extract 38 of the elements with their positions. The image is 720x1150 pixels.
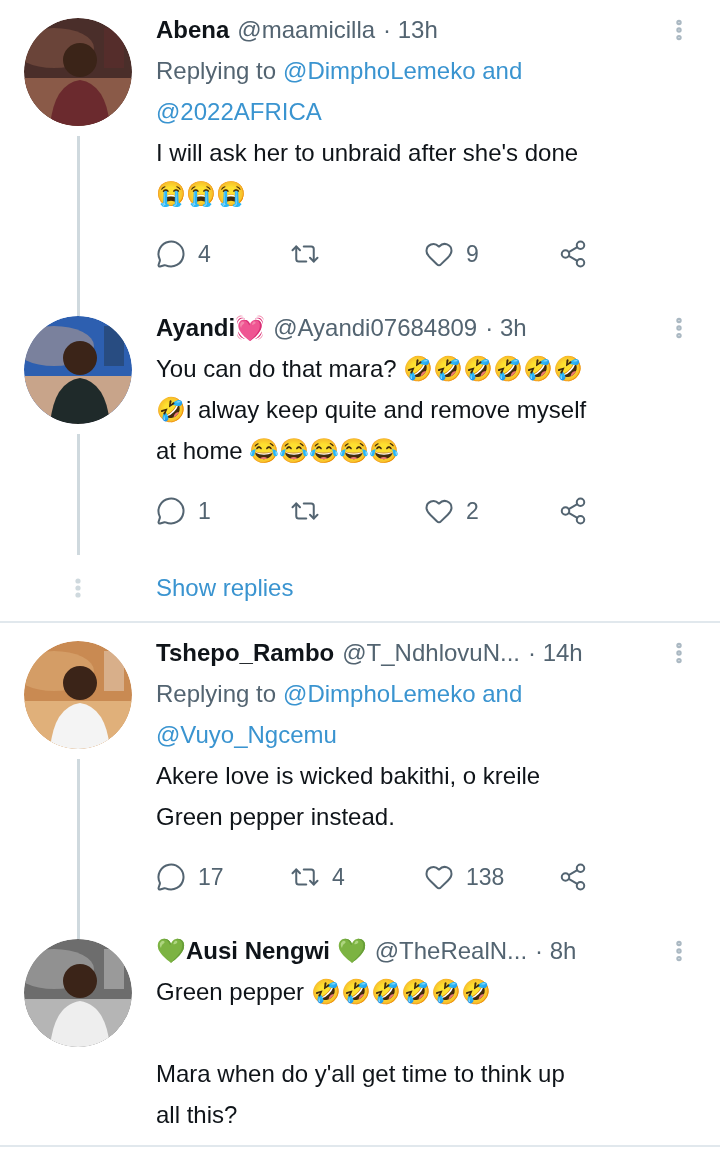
- share-icon[interactable]: [558, 239, 588, 269]
- mention-link[interactable]: @DimphoLemeko and: [283, 50, 523, 91]
- tweet-text: You can do that mara? 🤣🤣🤣🤣🤣🤣 🤣i alway keep quite and remove myself at home 😂😂😂😂😂: [156, 354, 587, 466]
- reply-icon[interactable]: [156, 862, 186, 892]
- user-name[interactable]: Abena: [156, 12, 230, 48]
- tweet-text: I will ask her to unbraid after she's done 😭😭😭: [156, 138, 579, 209]
- tweet-text: Green pepper 🤣🤣🤣🤣🤣🤣: [156, 977, 491, 1007]
- user-name[interactable]: Ayandi💓: [156, 310, 266, 346]
- reply-icon[interactable]: [156, 496, 186, 526]
- count: 17: [198, 862, 224, 892]
- count: 138: [466, 862, 505, 892]
- count: 4: [198, 239, 211, 269]
- mention-link[interactable]: @2022AFRICA: [156, 91, 322, 132]
- show-replies-link[interactable]: Show replies: [156, 570, 294, 606]
- tweet-text: Mara when do y'all get time to think up all this?: [156, 1059, 565, 1130]
- timestamp: · 8h: [535, 936, 577, 966]
- user-handle[interactable]: @TheRealN...: [374, 933, 528, 969]
- thread-dots-icon: [75, 578, 81, 598]
- user-name[interactable]: Tshepo_Rambo: [156, 635, 335, 671]
- count: 9: [466, 239, 479, 269]
- timestamp: · 14h: [528, 638, 583, 668]
- share-icon[interactable]: [558, 496, 588, 526]
- mention-link[interactable]: @DimphoLemeko and: [283, 673, 523, 714]
- count: 4: [332, 862, 345, 892]
- timestamp: · 3h: [485, 313, 527, 343]
- user-handle[interactable]: @Ayandi07684809: [273, 310, 478, 346]
- share-icon[interactable]: [558, 862, 588, 892]
- count: 1: [198, 496, 211, 526]
- user-handle[interactable]: @maamicilla: [237, 12, 376, 48]
- reply-icon[interactable]: [156, 239, 186, 269]
- user-handle[interactable]: @T_NdhlovuN...: [342, 635, 520, 671]
- timestamp: · 13h: [383, 15, 438, 45]
- user-name[interactable]: 💚Ausi Nengwi 💚: [156, 933, 367, 969]
- count: 2: [466, 496, 479, 526]
- replying-to-label: Replying to: [156, 56, 277, 86]
- mention-link[interactable]: @Vuyo_Ngcemu: [156, 714, 337, 755]
- tweet-text: Akere love is wicked bakithi, o kreile Green pepper instead.: [156, 761, 541, 832]
- replying-to-label: Replying to: [156, 679, 277, 709]
